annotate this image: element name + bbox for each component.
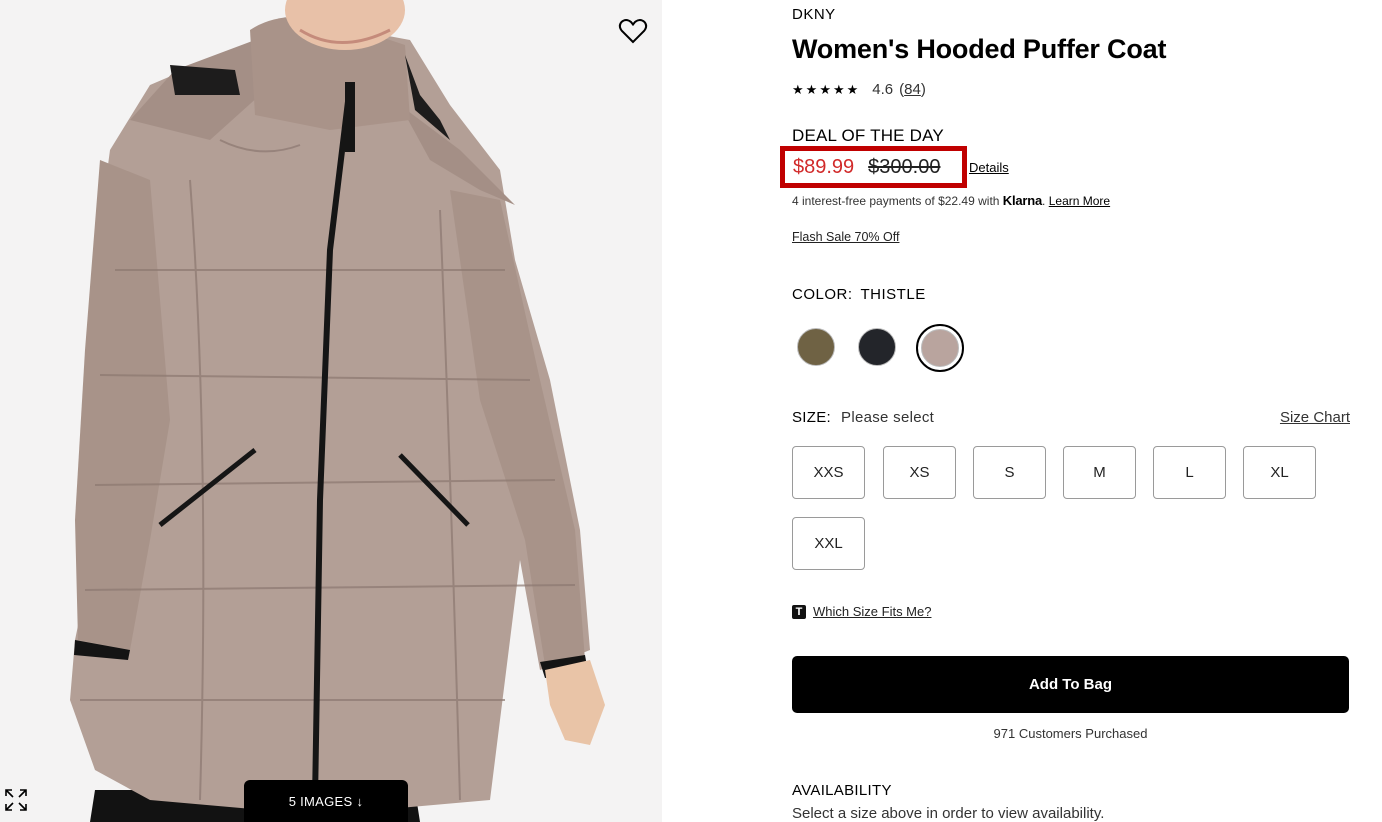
review-count-link[interactable]: 84 (904, 81, 921, 98)
which-size-fits-me-link[interactable]: Which Size Fits Me? (813, 604, 931, 619)
flash-sale-link[interactable]: Flash Sale 70% Off (792, 230, 899, 244)
color-swatch-thistle[interactable] (916, 324, 964, 372)
star-icon: ★ (846, 81, 859, 97)
klarna-text: 4 interest-free payments of $22.49 with (792, 194, 1003, 208)
add-to-bag-button[interactable]: Add To Bag (792, 656, 1349, 713)
expand-icon[interactable] (4, 788, 28, 812)
size-prompt: Please select (841, 409, 935, 426)
color-label: COLOR: THISTLE (792, 286, 926, 303)
product-rating[interactable]: ★ ★ ★ ★ ★ 4.6 (84) (792, 81, 926, 98)
swatch-dot (858, 328, 896, 366)
size-option-xs[interactable]: XS (883, 446, 956, 499)
price-highlight-box: $89.99 $300.00 (780, 146, 967, 188)
size-option-xl[interactable]: XL (1243, 446, 1316, 499)
images-button-label: 5 IMAGES (288, 793, 353, 809)
size-option-m[interactable]: M (1063, 446, 1136, 499)
swatch-dot (797, 328, 835, 366)
product-page: 5 IMAGES ↓ DKNY Women's Hooded Puffer Co… (0, 0, 1382, 822)
rating-stars: ★ ★ ★ ★ ★ (792, 82, 858, 98)
star-icon: ★ (832, 81, 845, 97)
sale-price: $89.99 (793, 155, 855, 178)
product-title: Women's Hooded Puffer Coat (792, 34, 1167, 64)
size-option-s[interactable]: S (973, 446, 1046, 499)
klarna-payment-info: 4 interest-free payments of $22.49 with … (792, 193, 1110, 208)
brand-name[interactable]: DKNY (792, 6, 836, 23)
size-fit-helper[interactable]: T Which Size Fits Me? (792, 604, 931, 619)
customers-purchased-count: 971 Customers Purchased (993, 726, 1148, 741)
star-icon: ★ (805, 81, 818, 97)
rating-value: 4.6 (872, 81, 894, 98)
size-label: SIZE: Please select (792, 409, 934, 426)
star-icon: ★ (792, 81, 804, 97)
swatch-dot (921, 329, 959, 367)
color-swatch-olive[interactable] (795, 326, 837, 368)
product-image-gallery[interactable]: 5 IMAGES ↓ (0, 0, 662, 822)
color-label-text: COLOR: (792, 286, 853, 303)
wishlist-heart-icon[interactable] (618, 17, 648, 45)
availability-heading: AVAILABILITY (792, 782, 892, 799)
review-count-wrap: (84) (899, 81, 926, 98)
size-option-xxl[interactable]: XXL (792, 517, 865, 570)
star-icon: ★ (819, 81, 831, 97)
truefit-icon: T (792, 604, 806, 619)
color-swatch-black[interactable] (856, 326, 898, 368)
original-price: $300.00 (868, 155, 941, 178)
deal-label: DEAL OF THE DAY (792, 126, 944, 145)
klarna-dot: . (1042, 194, 1046, 208)
size-option-xxs[interactable]: XXS (792, 446, 865, 499)
size-chart-link[interactable]: Size Chart (1280, 409, 1350, 426)
klarna-learn-more-link[interactable]: Learn More (1049, 194, 1110, 208)
size-label-text: SIZE: (792, 409, 832, 426)
product-photo (0, 0, 662, 822)
size-option-l[interactable]: L (1153, 446, 1226, 499)
arrow-down-icon: ↓ (356, 793, 364, 809)
availability-note: Select a size above in order to view ava… (792, 805, 1105, 822)
view-all-images-button[interactable]: 5 IMAGES ↓ (244, 780, 408, 822)
close-paren: ) (920, 81, 926, 98)
selected-color-name: THISTLE (860, 286, 926, 303)
price-details-link[interactable]: Details (969, 160, 1009, 175)
klarna-logo: Klarna (1002, 193, 1043, 208)
